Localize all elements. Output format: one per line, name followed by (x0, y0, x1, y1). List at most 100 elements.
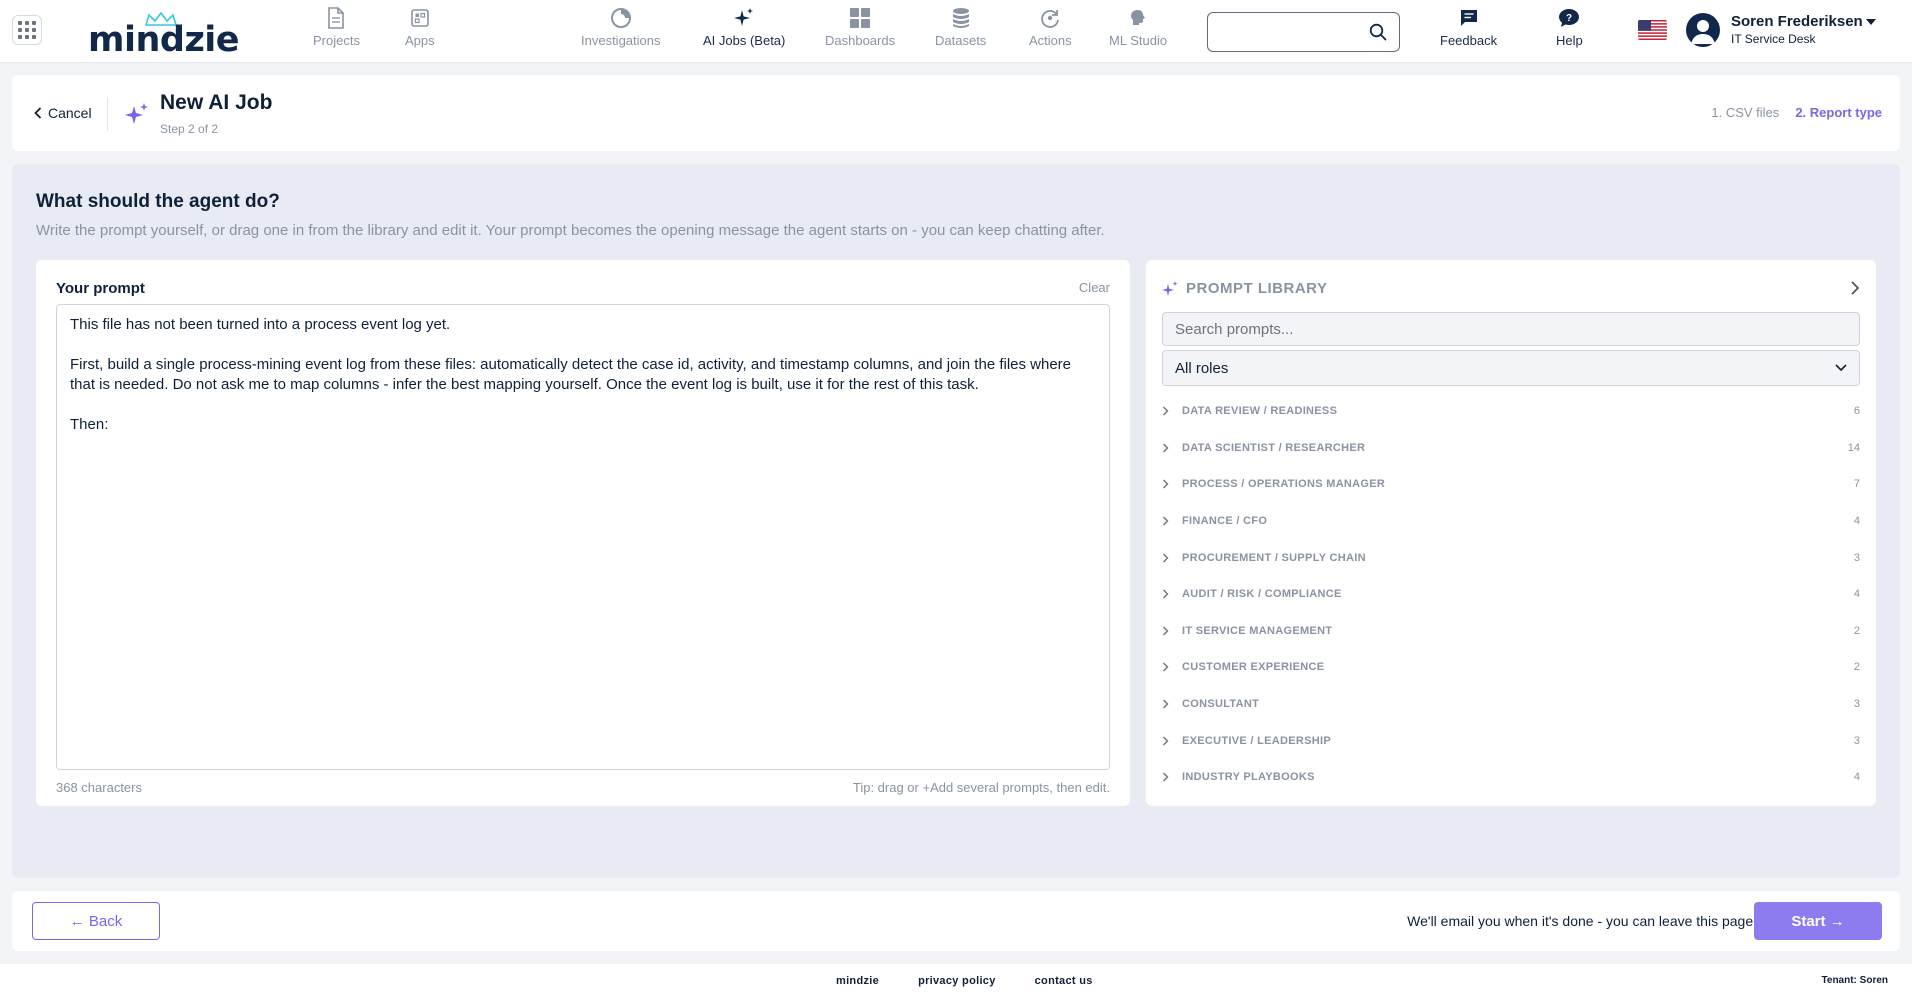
global-search (1207, 12, 1400, 52)
page-title: New AI Job (160, 91, 273, 114)
us-flag-icon[interactable] (1638, 20, 1667, 40)
search-icon[interactable] (1369, 23, 1387, 41)
caret-down-icon[interactable] (1865, 18, 1877, 26)
sparkle-icon (125, 103, 148, 124)
footer-link-mindzie[interactable]: mindzie (836, 975, 879, 987)
category-item[interactable]: EXECUTIVE / LEADERSHIP 3 (1162, 722, 1860, 759)
svg-text:?: ? (1566, 13, 1572, 24)
nav-projects[interactable]: Projects (313, 6, 360, 56)
category-name: FINANCE / CFO (1182, 515, 1268, 528)
nav-label: Datasets (935, 33, 987, 48)
nav-actions[interactable]: Actions (1029, 6, 1072, 56)
chevron-right-icon (1163, 736, 1169, 746)
clear-button[interactable]: Clear (1079, 280, 1110, 295)
user-avatar[interactable] (1686, 13, 1720, 47)
category-name: IT SERVICE MANAGEMENT (1182, 624, 1333, 637)
prompt-textarea[interactable] (56, 304, 1110, 770)
wizard-steps: 1. CSV files 2. Report type (1711, 105, 1882, 120)
brain-icon (1131, 10, 1146, 25)
category-name: AUDIT / RISK / COMPLIANCE (1182, 588, 1342, 601)
category-count: 2 (1853, 624, 1860, 637)
category-item[interactable]: DATA SCIENTIST / RESEARCHER 14 (1162, 430, 1860, 467)
category-count: 2 (1853, 661, 1860, 674)
category-item[interactable]: FINANCE / CFO 4 (1162, 503, 1860, 540)
category-item[interactable]: PROCESS / OPERATIONS MANAGER 7 (1162, 466, 1860, 503)
prompt-tip: Tip: drag or +Add several prompts, then … (852, 780, 1110, 795)
chevron-right-icon (1163, 406, 1169, 416)
chevron-right-icon (1163, 479, 1169, 489)
database-icon (952, 8, 969, 28)
refresh-icon (1041, 10, 1060, 28)
footer-link-privacy[interactable]: privacy policy (918, 975, 996, 987)
sparkle-icon (1162, 280, 1178, 296)
footer-links: mindzie privacy policy contact us (836, 975, 1093, 987)
nav-ml-studio[interactable]: ML Studio (1109, 6, 1167, 56)
nav-feedback[interactable]: Feedback (1440, 6, 1497, 56)
step-csv-files[interactable]: 1. CSV files (1711, 105, 1779, 120)
chevron-right-icon[interactable] (1850, 280, 1860, 296)
prompt-card: Your prompt Clear 368 characters Tip: dr… (36, 260, 1130, 806)
category-count: 4 (1853, 771, 1860, 784)
cancel-label: Cancel (48, 105, 92, 121)
sparkle-icon (734, 8, 754, 26)
category-item[interactable]: CONSULTANT 3 (1162, 686, 1860, 723)
brand-wordmark: mindzie (88, 20, 240, 60)
prompt-search-input[interactable] (1162, 312, 1860, 346)
step-report-type[interactable]: 2. Report type (1795, 105, 1882, 120)
nav-label: AI Jobs (Beta) (703, 33, 786, 48)
email-notice: We'll email you when it's done - you can… (1407, 913, 1757, 929)
page-footer: mindzie privacy policy contact us Tenant… (0, 964, 1912, 996)
library-header: PROMPT LIBRARY (1162, 280, 1327, 297)
user-name[interactable]: Soren Frederiksen (1731, 13, 1863, 30)
app-launcher-icon[interactable] (12, 15, 42, 45)
category-item[interactable]: IT SERVICE MANAGEMENT 2 (1162, 613, 1860, 650)
category-item[interactable]: AUDIT / RISK / COMPLIANCE 4 (1162, 576, 1860, 613)
role-select[interactable]: All roles (1162, 350, 1860, 386)
grid-icon (850, 8, 871, 28)
brand-logo[interactable]: mindzie (88, 12, 240, 60)
nav-label: Investigations (581, 33, 661, 48)
user-department: IT Service Desk (1731, 32, 1816, 46)
back-button[interactable]: ← Back (32, 902, 160, 940)
step-indicator: Step 2 of 2 (160, 122, 219, 136)
category-count: 3 (1853, 698, 1860, 711)
category-name: INDUSTRY PLAYBOOKS (1182, 771, 1315, 784)
chevron-right-icon (1163, 443, 1169, 453)
nav-help[interactable]: ? Help (1556, 6, 1583, 56)
cancel-button[interactable]: Cancel (34, 105, 92, 121)
chat-icon (1460, 10, 1477, 26)
chevron-right-icon (1163, 699, 1169, 709)
tenant-label: Tenant: Soren (1821, 975, 1888, 986)
category-item[interactable]: INDUSTRY PLAYBOOKS 4 (1162, 759, 1860, 796)
category-item[interactable]: DATA REVIEW / READINESS 6 (1162, 393, 1860, 430)
nav-investigations[interactable]: Investigations (581, 6, 661, 56)
category-item[interactable]: PROCUREMENT / SUPPLY CHAIN 3 (1162, 539, 1860, 576)
category-name: EXECUTIVE / LEADERSHIP (1182, 734, 1332, 747)
chevron-right-icon (1163, 662, 1169, 672)
category-item[interactable]: CUSTOMER EXPERIENCE 2 (1162, 649, 1860, 686)
global-search-input[interactable] (1216, 19, 1366, 45)
nav-label: Projects (313, 33, 360, 48)
nav-dashboards[interactable]: Dashboards (825, 6, 895, 56)
main-panel: What should the agent do? Write the prom… (12, 164, 1900, 878)
category-count: 4 (1853, 515, 1860, 528)
category-count: 3 (1853, 734, 1860, 747)
category-count: 4 (1853, 588, 1860, 601)
nav-label: Feedback (1440, 33, 1498, 48)
section-title: What should the agent do? (36, 191, 280, 212)
app-icon (411, 9, 429, 27)
chevron-right-icon (1163, 626, 1169, 636)
chevron-right-icon (1163, 772, 1169, 782)
footer-link-contact[interactable]: contact us (1035, 975, 1093, 987)
nav-ai-jobs[interactable]: AI Jobs (Beta) (703, 6, 785, 56)
category-name: CUSTOMER EXPERIENCE (1182, 661, 1325, 674)
nav-apps[interactable]: Apps (405, 6, 435, 56)
chevron-down-icon (1835, 364, 1847, 372)
chevron-right-icon (1163, 553, 1169, 563)
category-name: DATA SCIENTIST / RESEARCHER (1182, 441, 1366, 454)
nav-datasets[interactable]: Datasets (935, 6, 986, 56)
start-button[interactable]: Start → (1754, 902, 1882, 940)
document-icon (328, 7, 345, 29)
job-header: Cancel New AI Job Step 2 of 2 1. CSV fil… (12, 75, 1900, 151)
category-count: 14 (1847, 441, 1860, 454)
